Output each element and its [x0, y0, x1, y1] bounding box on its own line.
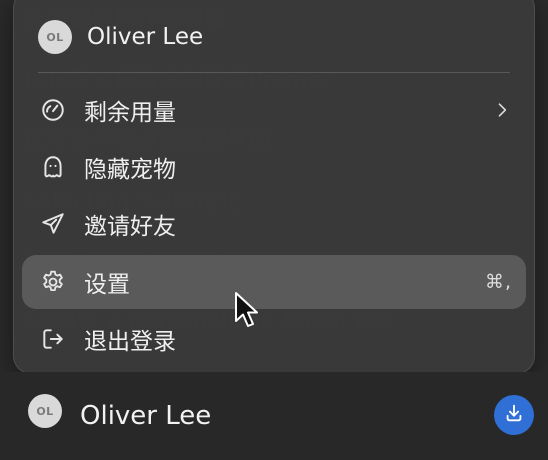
- menu-item-settings[interactable]: 设置 ⌘,: [22, 255, 526, 309]
- pet-icon: [38, 152, 68, 182]
- avatar[interactable]: OL: [28, 394, 62, 428]
- gear-icon: [38, 267, 68, 297]
- menu-item-hide-pet[interactable]: 隐藏宠物: [22, 140, 526, 194]
- menu-item-label: 设置: [84, 272, 130, 298]
- menu-item-label: 退出登录: [84, 329, 176, 355]
- send-icon: [38, 209, 68, 239]
- menu-item-invite[interactable]: 邀请好友: [22, 197, 526, 251]
- download-icon: [503, 402, 525, 428]
- menu-item-label: 剩余用量: [84, 100, 176, 126]
- chevron-right-icon: [492, 83, 512, 137]
- menu-item-label: 隐藏宠物: [84, 157, 176, 183]
- avatar: OL: [38, 20, 72, 54]
- menu-item-label: 邀请好友: [84, 214, 176, 240]
- footer-user-name[interactable]: Oliver Lee: [80, 372, 211, 460]
- account-menu: OL Oliver Lee 剩余用量 隐藏宠物 邀请好友 设置 ⌘, 退出登录: [13, 0, 535, 374]
- sidebar-footer: OL Oliver Lee: [0, 372, 548, 460]
- menu-item-logout[interactable]: 退出登录: [22, 312, 526, 366]
- download-button[interactable]: [494, 395, 534, 435]
- menu-item-usage[interactable]: 剩余用量: [22, 83, 526, 137]
- shortcut-label: ⌘,: [484, 271, 512, 293]
- gauge-icon: [38, 95, 68, 125]
- menu-user-name: Oliver Lee: [87, 24, 204, 50]
- settings-shortcut: ⌘,: [485, 255, 512, 309]
- logout-icon: [38, 324, 68, 354]
- menu-divider: [38, 72, 510, 73]
- menu-user-header: OL Oliver Lee: [38, 19, 203, 55]
